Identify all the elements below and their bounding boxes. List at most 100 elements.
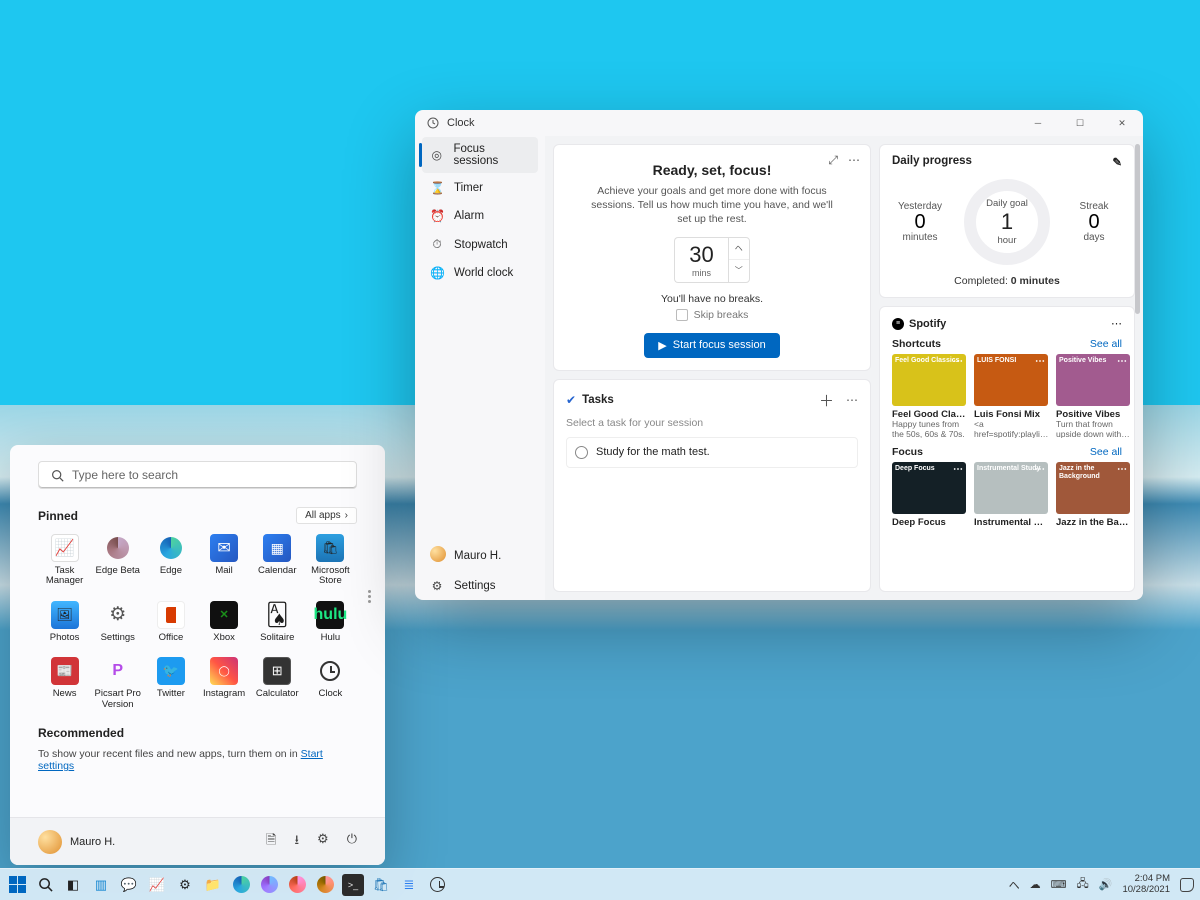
user-chip[interactable]: Mauro H. bbox=[38, 830, 115, 854]
tile-more-icon[interactable]: ⋯ bbox=[1117, 464, 1127, 475]
power-icon[interactable]: ⏻ bbox=[347, 831, 357, 853]
tb-settings-icon[interactable]: ⚙ bbox=[174, 874, 196, 896]
documents-icon[interactable]: 🗎 bbox=[266, 831, 276, 853]
sidebar-settings[interactable]: ⚙Settings bbox=[422, 573, 538, 599]
duration-up-button[interactable]: ヘ bbox=[729, 238, 749, 261]
task-view-icon[interactable]: ◧ bbox=[62, 874, 84, 896]
app-picsart[interactable]: Picsart Pro Version bbox=[91, 655, 144, 712]
playlist-tile[interactable]: LUIS FONSI⋯Luis Fonsi Mix<a href=spotify… bbox=[974, 354, 1048, 438]
playlist-tile[interactable]: Deep Focus⋯Deep Focus bbox=[892, 462, 966, 528]
spotify-more-icon[interactable]: ⋯ bbox=[1111, 317, 1122, 330]
maximize-button[interactable]: ☐ bbox=[1063, 112, 1097, 134]
app-store[interactable]: Microsoft Store bbox=[304, 532, 357, 589]
app-instagram[interactable]: Instagram bbox=[198, 655, 251, 712]
tile-more-icon[interactable]: ⋯ bbox=[953, 356, 963, 367]
network-icon[interactable]: 🖧 bbox=[1076, 875, 1088, 894]
playlist-name: Jazz in the Backg… bbox=[1056, 517, 1130, 528]
nav-world-clock[interactable]: 🌐World clock bbox=[422, 260, 538, 286]
task-radio-icon[interactable] bbox=[575, 446, 588, 459]
playlist-tile[interactable]: Positive Vibes⋯Positive VibesTurn that f… bbox=[1056, 354, 1130, 438]
office-icon bbox=[157, 601, 185, 629]
chrome-icon[interactable] bbox=[314, 874, 336, 896]
tasks-more-icon[interactable]: ⋯ bbox=[846, 393, 858, 407]
app-xbox[interactable]: Xbox bbox=[198, 599, 251, 645]
app-task-manager[interactable]: Task Manager bbox=[38, 532, 91, 589]
app-office[interactable]: Office bbox=[144, 599, 197, 645]
app-twitter[interactable]: Twitter bbox=[144, 655, 197, 712]
more-icon[interactable]: ⋯ bbox=[848, 153, 860, 168]
tile-more-icon[interactable]: ⋯ bbox=[1035, 464, 1045, 475]
notifications-icon[interactable] bbox=[1180, 878, 1194, 892]
nav-stopwatch[interactable]: ⏱Stopwatch bbox=[422, 231, 538, 258]
terminal-icon[interactable]: >_ bbox=[342, 874, 364, 896]
tile-more-icon[interactable]: ⋯ bbox=[1117, 356, 1127, 367]
start-button[interactable] bbox=[6, 874, 28, 896]
taskbar-clock[interactable]: 2:04 PM 10/28/2021 bbox=[1122, 874, 1170, 895]
task-item[interactable]: Study for the math test. bbox=[566, 437, 858, 468]
skip-breaks-checkbox[interactable]: Skip breaks bbox=[566, 309, 858, 321]
playlist-sub: Happy tunes from the 50s, 60s & 70s. bbox=[892, 420, 966, 438]
taskbar-search-icon[interactable] bbox=[34, 874, 56, 896]
edit-icon[interactable]: ✎ bbox=[1112, 155, 1122, 169]
alarm-icon: ⏰ bbox=[430, 209, 444, 223]
settings-shortcut-icon[interactable]: ⚙ bbox=[317, 831, 329, 853]
tile-more-icon[interactable]: ⋯ bbox=[953, 464, 963, 475]
chat-icon[interactable]: 💬 bbox=[118, 874, 140, 896]
see-all-link[interactable]: See all bbox=[1090, 338, 1122, 350]
tb-clock-icon[interactable] bbox=[426, 874, 448, 896]
duration-down-button[interactable]: ﹀ bbox=[729, 260, 749, 282]
app-hulu[interactable]: Hulu bbox=[304, 599, 357, 645]
add-task-button[interactable]: ＋ bbox=[819, 390, 834, 411]
titlebar[interactable]: Clock ─ ☐ ✕ bbox=[415, 110, 1143, 136]
volume-icon[interactable]: 🔊 bbox=[1099, 878, 1113, 891]
app-solitaire[interactable]: Solitaire bbox=[251, 599, 304, 645]
onedrive-icon[interactable]: ☁ bbox=[1030, 878, 1041, 891]
app-news[interactable]: News bbox=[38, 655, 91, 712]
see-all-link[interactable]: See all bbox=[1090, 446, 1122, 458]
downloads-icon[interactable]: ⭳ bbox=[294, 831, 299, 853]
playlist-thumb: Instrumental Study⋯ bbox=[974, 462, 1048, 514]
tb-store-icon[interactable]: 🛍 bbox=[370, 874, 392, 896]
app-photos[interactable]: Photos bbox=[38, 599, 91, 645]
explorer-icon[interactable]: 📁 bbox=[202, 874, 224, 896]
search-placeholder: Type here to search bbox=[72, 468, 178, 482]
duration-value[interactable]: 30 mins bbox=[674, 237, 727, 283]
playlist-tile[interactable]: Jazz in the Background⋯Jazz in the Backg… bbox=[1056, 462, 1130, 528]
all-apps-button[interactable]: All apps › bbox=[296, 507, 357, 524]
notepad-icon[interactable]: ≣ bbox=[398, 874, 420, 896]
minimize-button[interactable]: ─ bbox=[1021, 112, 1055, 134]
tray-chevron-icon[interactable]: ヘ bbox=[1009, 877, 1020, 893]
app-calendar[interactable]: Calendar bbox=[251, 532, 304, 589]
playlist-tile[interactable]: Instrumental Study⋯Instrumental Study bbox=[974, 462, 1048, 528]
app-settings[interactable]: Settings bbox=[91, 599, 144, 645]
tile-more-icon[interactable]: ⋯ bbox=[1035, 356, 1045, 367]
close-button[interactable]: ✕ bbox=[1105, 112, 1139, 134]
tb-edge-icon[interactable] bbox=[230, 874, 252, 896]
settings-icon bbox=[104, 601, 132, 629]
scrollbar[interactable] bbox=[1135, 144, 1140, 592]
shortcut-tiles: Feel Good Classics⋯Feel Good ClassicsHap… bbox=[892, 354, 1122, 438]
keyboard-icon[interactable]: ⌨ bbox=[1051, 878, 1067, 891]
app-edge-beta[interactable]: Edge Beta bbox=[91, 532, 144, 589]
app-edge[interactable]: Edge bbox=[144, 532, 197, 589]
scroll-thumb[interactable] bbox=[1135, 144, 1140, 314]
edge-dev-icon[interactable] bbox=[258, 874, 280, 896]
expand-icon[interactable]: ⤢ bbox=[828, 153, 838, 168]
search-input[interactable]: Type here to search bbox=[38, 461, 357, 489]
sidebar-user[interactable]: Mauro H. bbox=[422, 540, 538, 571]
page-dots[interactable] bbox=[368, 590, 371, 603]
edge-canary-icon[interactable] bbox=[286, 874, 308, 896]
widgets-icon[interactable]: ▥ bbox=[90, 874, 112, 896]
tb-task-manager-icon[interactable]: 📈 bbox=[146, 874, 168, 896]
target-icon: ◎ bbox=[430, 148, 444, 162]
play-icon: ▶ bbox=[658, 339, 666, 352]
nav-focus-sessions[interactable]: ◎Focus sessions bbox=[422, 137, 538, 173]
app-mail[interactable]: Mail bbox=[198, 532, 251, 589]
breaks-info: You'll have no breaks. bbox=[566, 293, 858, 305]
nav-timer[interactable]: ⌛Timer bbox=[422, 175, 538, 201]
nav-alarm[interactable]: ⏰Alarm bbox=[422, 203, 538, 229]
playlist-tile[interactable]: Feel Good Classics⋯Feel Good ClassicsHap… bbox=[892, 354, 966, 438]
app-clock[interactable]: Clock bbox=[304, 655, 357, 712]
app-calculator[interactable]: Calculator bbox=[251, 655, 304, 712]
start-focus-button[interactable]: ▶ Start focus session bbox=[644, 333, 779, 358]
